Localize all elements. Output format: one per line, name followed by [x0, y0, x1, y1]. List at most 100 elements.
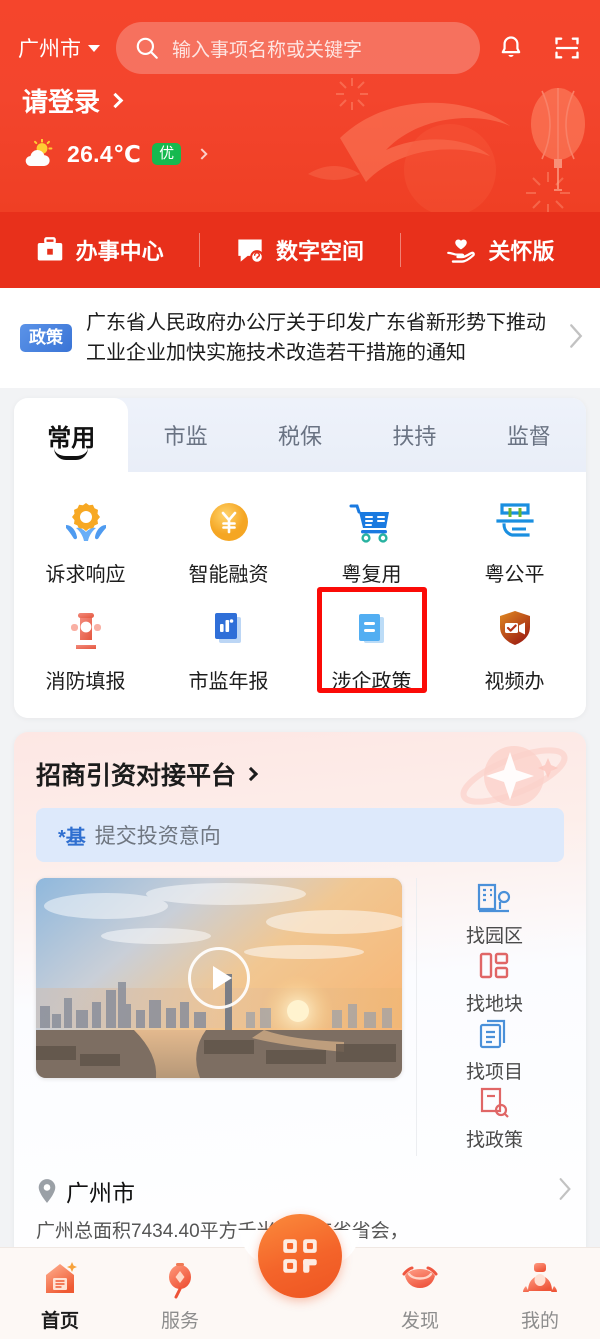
- building-pin-icon: [478, 883, 511, 913]
- person-icon: [517, 1256, 563, 1302]
- city-selector[interactable]: 广州市: [18, 33, 100, 63]
- service-card: 常用 市监 税保 扶持 监督 诉求响应 智能融资 粤复用 粤公平 消防填报 市监…: [14, 398, 586, 718]
- chevron-right-icon: [107, 92, 124, 109]
- tab-jiandu[interactable]: 监督: [472, 398, 586, 472]
- policy-banner[interactable]: 政策 广东省人民政府办公厅关于印发广东省新形势下推动工业企业加快实施技术改造若干…: [0, 288, 600, 388]
- bar-chart-doc-icon: [203, 603, 255, 655]
- quick-link-label: 找园区: [465, 926, 523, 947]
- tab-label: 扶持: [392, 424, 437, 449]
- quick-links: 找园区 找地块 找项目 找政策: [416, 878, 572, 1156]
- bottom-nav-label: 我的: [520, 1311, 559, 1332]
- tab-shuibao[interactable]: 税保: [243, 398, 357, 472]
- bottom-nav-item-faxian[interactable]: 发现: [360, 1248, 480, 1333]
- project-doc-icon: [480, 1019, 506, 1049]
- search-bar[interactable]: 输入事项名称或关键字: [116, 22, 480, 74]
- chevron-right-icon: [558, 1177, 572, 1206]
- bottom-nav-item-fuwu[interactable]: 服务: [120, 1248, 240, 1333]
- aqi-badge: 优: [152, 143, 182, 165]
- yuan-coin-icon: [203, 496, 255, 548]
- service-item-label: 诉求响应: [45, 564, 126, 586]
- login-label: 请登录: [22, 87, 101, 117]
- bottom-nav: 首页 服务 发现 我的: [0, 1214, 600, 1339]
- chevron-right-icon: [243, 766, 259, 782]
- service-nav-label: 数字空间: [275, 239, 364, 264]
- city-info-name: 广州市: [66, 1180, 135, 1206]
- location-pin-icon: [38, 1179, 56, 1203]
- play-icon[interactable]: [188, 947, 250, 1009]
- bottom-nav-item-shouye[interactable]: 首页: [0, 1248, 120, 1333]
- service-item-sheqizhengce[interactable]: 涉企政策: [300, 587, 443, 700]
- bell-icon[interactable]: [494, 31, 528, 65]
- chevron-right-icon: [196, 148, 208, 160]
- tab-fuchi[interactable]: 扶持: [357, 398, 471, 472]
- required-mark: *基: [58, 826, 86, 849]
- tab-label: 监督: [506, 424, 551, 449]
- service-item-zhinengrongzi[interactable]: 智能融资: [157, 486, 300, 593]
- service-grid: 诉求响应 智能融资 粤复用 粤公平 消防填报 市监年报 涉企政策 视频办: [14, 472, 586, 718]
- chevron-right-icon: [568, 323, 584, 354]
- service-item-yuefuyong[interactable]: 粤复用: [300, 486, 443, 593]
- policy-search-icon: [481, 1087, 510, 1118]
- investment-title: 招商引资对接平台: [36, 762, 237, 790]
- quick-link-zhaodikuai[interactable]: 找地块: [466, 948, 523, 1016]
- service-nav-item-shuzikongjian[interactable]: 数字空间: [200, 234, 399, 266]
- search-input[interactable]: 输入事项名称或关键字: [172, 35, 362, 62]
- qr-code-icon[interactable]: [258, 1214, 342, 1298]
- service-item-shipinban[interactable]: 视频办: [443, 593, 586, 700]
- active-tab-underline: [54, 448, 89, 460]
- city-label: 广州市: [18, 38, 81, 61]
- weather-widget[interactable]: 26.4℃ 优: [22, 139, 600, 169]
- quick-link-label: 找地块: [465, 994, 523, 1015]
- quick-link-zhaoyuanqu[interactable]: 找园区: [466, 880, 523, 948]
- search-icon: [136, 37, 158, 59]
- sun-cloud-icon: [25, 139, 53, 167]
- shield-video-icon: [489, 603, 541, 655]
- service-item-xiaofangtianbao[interactable]: 消防填报: [14, 593, 157, 700]
- bottom-nav-item-wode[interactable]: 我的: [480, 1248, 600, 1333]
- bottom-nav-label: 首页: [40, 1311, 79, 1332]
- service-item-shijiannianbao[interactable]: 市监年报: [157, 593, 300, 700]
- login-button[interactable]: 请登录: [22, 82, 600, 119]
- quick-link-label: 找项目: [465, 1062, 523, 1083]
- scan-icon[interactable]: [550, 31, 584, 65]
- service-item-yuegongping[interactable]: 粤公平: [443, 486, 586, 593]
- header-top-row: 广州市 输入事项名称或关键字: [0, 0, 600, 74]
- service-item-label: 视频办: [484, 671, 545, 693]
- chat-window-icon: [238, 239, 264, 263]
- service-nav-item-guanhuaiban[interactable]: 关怀版: [401, 234, 600, 266]
- shopping-cart-icon: [346, 496, 398, 548]
- app-header: 广州市 输入事项名称或关键字 请登录 26.4℃ 优: [0, 0, 600, 212]
- quick-link-zhaoxiangmu[interactable]: 找项目: [466, 1016, 523, 1084]
- service-tabs: 常用 市监 税保 扶持 监督: [14, 398, 586, 472]
- service-item-suqiuxiangying[interactable]: 诉求响应: [14, 486, 157, 593]
- policy-badge: 政策: [20, 323, 72, 353]
- service-nav-item-banshizhongxin[interactable]: 办事中心: [0, 234, 199, 266]
- lantern-icon: [157, 1256, 203, 1302]
- policy-title: 广东省人民政府办公厅关于印发广东省新形势下推动工业企业加快实施技术改造若干措施的…: [86, 312, 546, 364]
- investment-intent-input[interactable]: *基 提交投资意向: [36, 808, 564, 862]
- investment-intent-placeholder: 提交投资意向: [94, 825, 221, 848]
- service-item-label: 消防填报: [45, 671, 126, 693]
- tab-changyong[interactable]: 常用: [14, 398, 129, 472]
- investment-body: 找园区 找地块 找项目 找政策: [36, 878, 572, 1156]
- chevron-down-icon: [88, 44, 100, 52]
- service-grid-row: 诉求响应 智能融资 粤复用 粤公平: [14, 486, 586, 593]
- service-nav: 办事中心 数字空间 关怀版: [0, 212, 600, 288]
- header-actions: [494, 31, 584, 65]
- bottom-nav-label: 发现: [400, 1311, 439, 1332]
- tab-shijian[interactable]: 市监: [128, 398, 242, 472]
- app-screen: 广州市 输入事项名称或关键字 请登录 26.4℃ 优 办事中心 数字空间 关怀版…: [0, 0, 600, 1339]
- temperature-value: 26.4℃: [67, 140, 142, 167]
- service-item-label: 市监年报: [188, 671, 269, 693]
- investment-title-link[interactable]: 招商引资对接平台: [14, 732, 586, 792]
- service-nav-label: 办事中心: [75, 239, 164, 264]
- service-item-label: 粤公平: [484, 564, 545, 586]
- header-user-row: 请登录 26.4℃ 优: [0, 74, 600, 169]
- city-video-thumbnail[interactable]: [36, 878, 402, 1078]
- quick-link-label: 找政策: [465, 1130, 523, 1151]
- tab-label: 市监: [163, 424, 208, 449]
- service-item-label: 智能融资: [188, 564, 269, 586]
- city-info-row[interactable]: 广州市: [36, 1174, 572, 1208]
- quick-link-zhaozhengce[interactable]: 找政策: [466, 1084, 523, 1152]
- land-parcel-icon: [480, 952, 509, 979]
